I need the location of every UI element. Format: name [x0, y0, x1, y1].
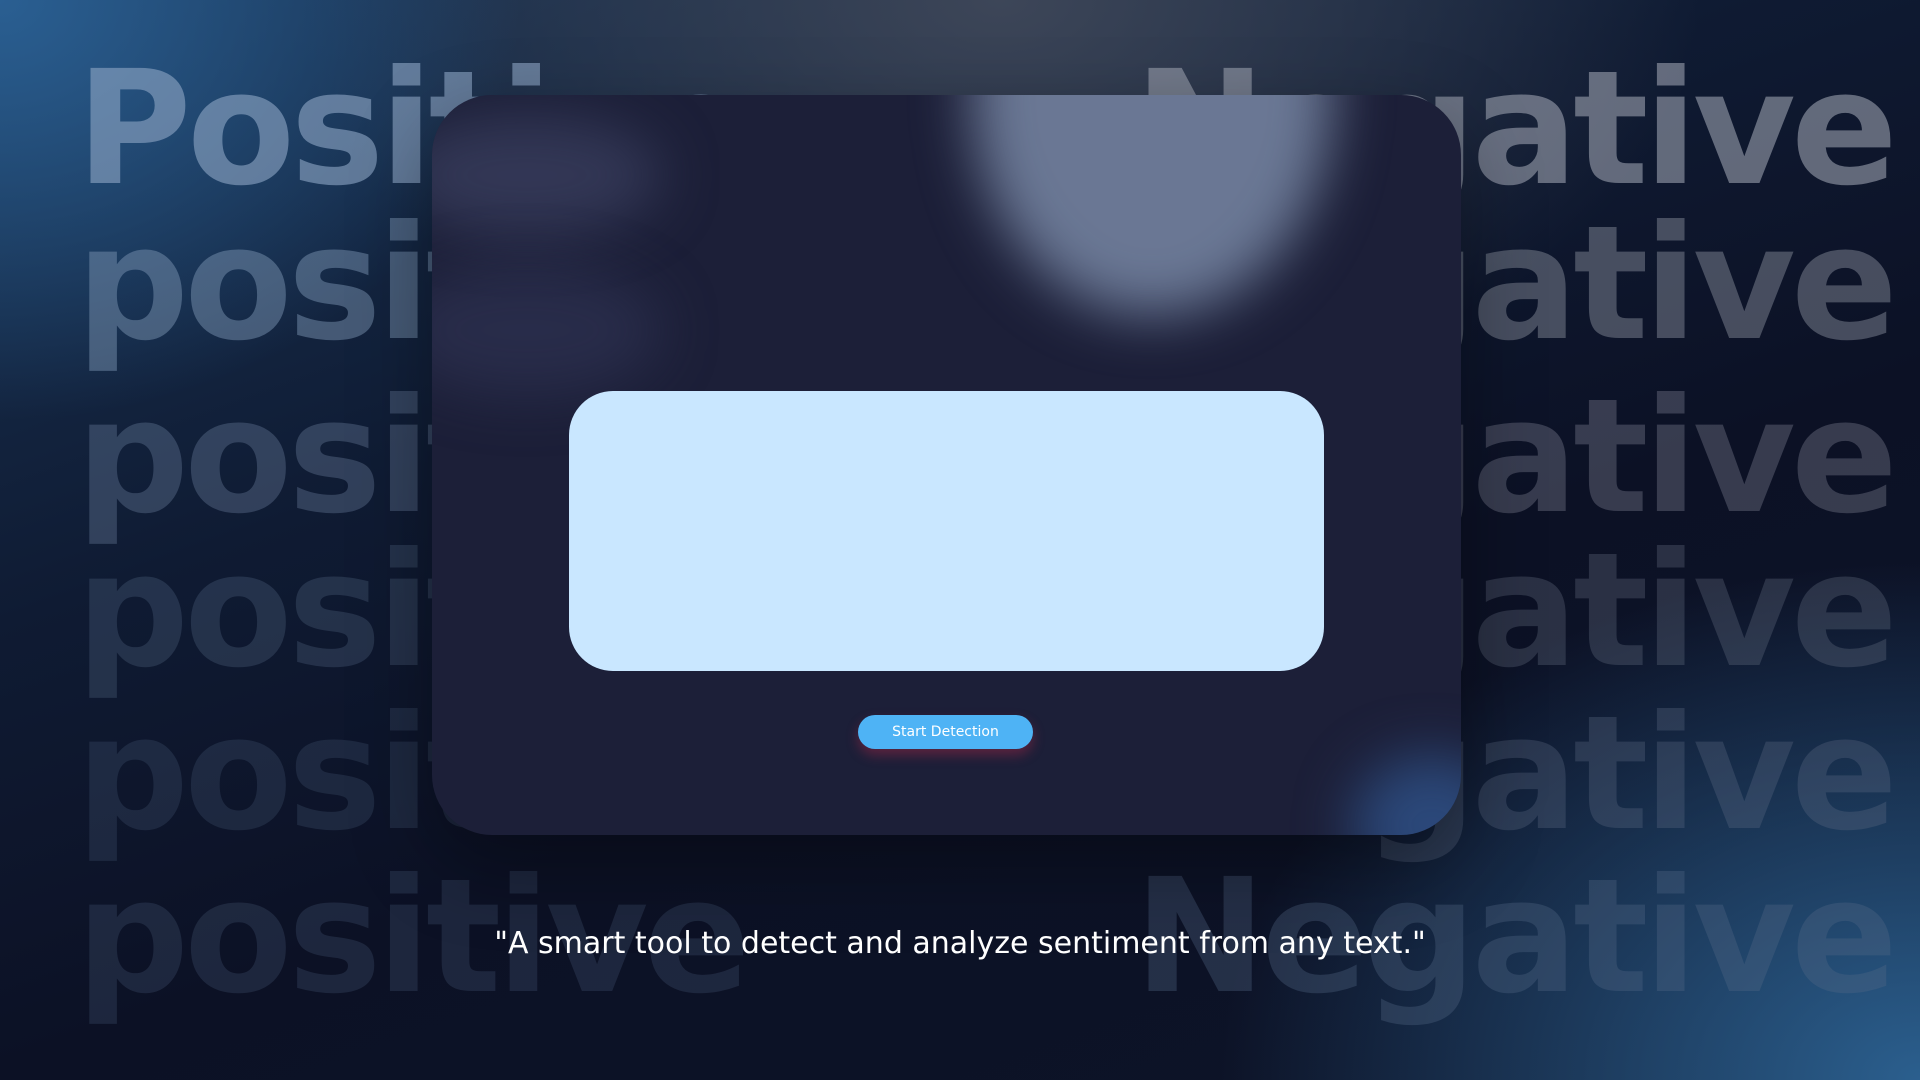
- start-detection-button[interactable]: Start Detection: [858, 715, 1033, 749]
- detection-card: Start Detection: [432, 95, 1461, 835]
- card-glow: [432, 265, 662, 395]
- tagline: "A smart tool to detect and analyze sent…: [494, 926, 1426, 961]
- sentiment-text-input[interactable]: [569, 391, 1324, 671]
- card-glow: [972, 95, 1332, 315]
- card-glow: [432, 115, 662, 235]
